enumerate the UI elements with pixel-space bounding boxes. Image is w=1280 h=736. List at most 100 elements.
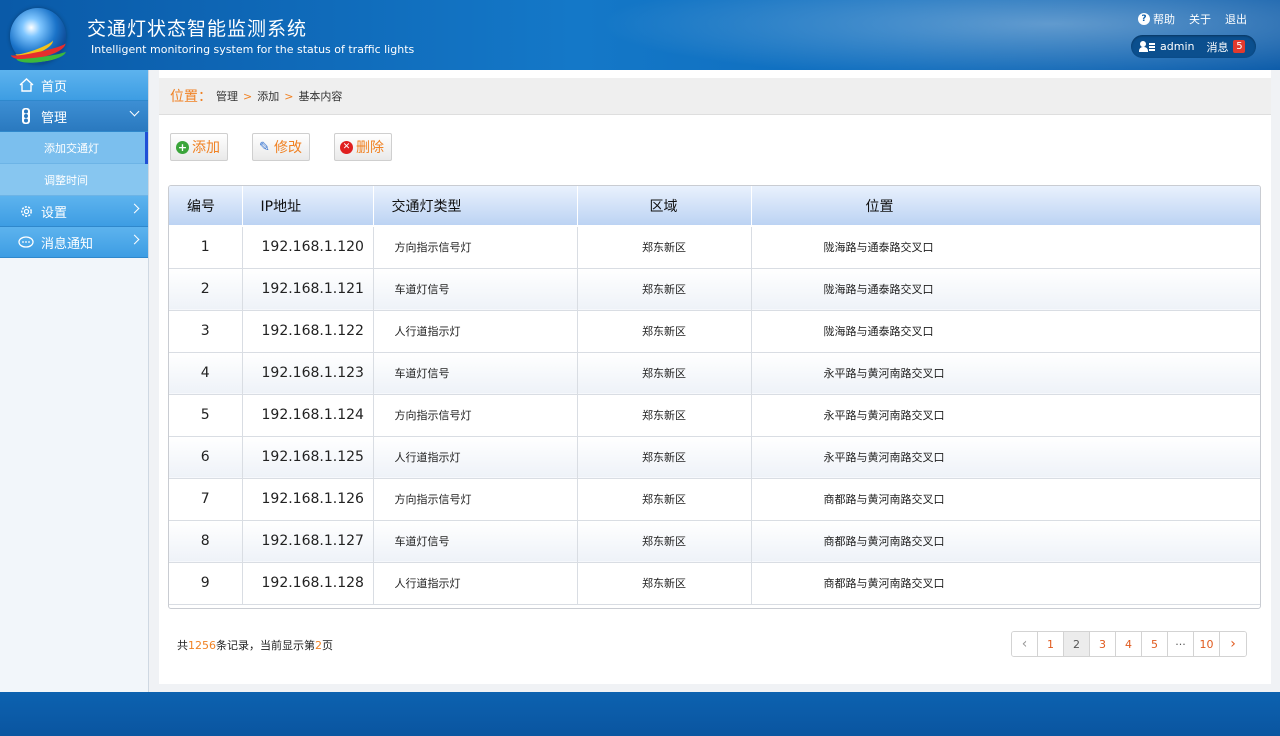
messages-label[interactable]: 消息 (1206, 39, 1228, 55)
traffic-light-icon (18, 108, 34, 124)
sidebar-item-label: 设置 (41, 205, 68, 221)
messages-count-badge: 5 (1233, 40, 1246, 53)
column-header-ip[interactable]: IP地址 (242, 186, 374, 227)
breadcrumb-separator: > (284, 89, 294, 103)
toolbar: + 添加 ✎ 修改 ✕ 删除 (170, 133, 416, 161)
breadcrumb-label: 位置： (170, 89, 212, 105)
add-button[interactable]: + 添加 (170, 133, 228, 161)
sidebar-item-home[interactable]: 首页 (0, 70, 148, 101)
chevron-right-icon (129, 234, 140, 245)
plus-circle-icon: + (176, 140, 189, 154)
breadcrumb-item[interactable]: 管理 (216, 88, 238, 104)
cell-area: 郑东新区 (577, 310, 752, 353)
breadcrumb-separator: > (243, 89, 253, 103)
breadcrumb-item: 基本内容 (298, 90, 343, 103)
pencil-icon: ✎ (259, 139, 270, 155)
user-card-icon (1139, 40, 1155, 53)
cell-ip: 192.168.1.126 (242, 478, 374, 521)
record-summary: 共1256条记录，当前显示第2页 (177, 639, 333, 652)
table-row[interactable]: 8 192.168.1.127 车道灯信号 郑东新区 商都路与黄河南路交叉口 (169, 520, 1260, 563)
sidebar-item-settings[interactable]: 设置 (0, 196, 148, 227)
page-button[interactable]: 5 (1142, 632, 1168, 656)
help-label: 帮助 (1153, 13, 1175, 26)
column-header-no[interactable]: 编号 (169, 186, 243, 227)
cell-ip: 192.168.1.122 (242, 310, 374, 353)
help-icon: ? (1138, 13, 1150, 25)
cell-type: 方向指示信号灯 (373, 478, 578, 521)
sidebar-subitem-add-light[interactable]: 添加交通灯 (0, 132, 148, 164)
about-label: 关于 (1189, 13, 1211, 26)
sidebar-item-notifications[interactable]: 消息通知 (0, 227, 148, 258)
column-header-location[interactable]: 位置 (751, 186, 1260, 227)
help-link[interactable]: ? 帮助 (1138, 11, 1175, 27)
logout-link[interactable]: 退出 (1225, 11, 1247, 27)
table-row[interactable]: 4 192.168.1.123 车道灯信号 郑东新区 永平路与黄河南路交叉口 (169, 352, 1260, 395)
pagination: ‹ 1 2 3 4 5 ··· 10 › (1011, 631, 1247, 657)
table-row[interactable]: 5 192.168.1.124 方向指示信号灯 郑东新区 永平路与黄河南路交叉口 (169, 394, 1260, 437)
main-panel: 位置： 管理 > 添加 > 基本内容 + 添加 ✎ 修改 ✕ 删除 编号 IP地… (159, 70, 1271, 684)
cell-area: 郑东新区 (577, 436, 752, 479)
edit-button[interactable]: ✎ 修改 (252, 133, 310, 161)
close-circle-icon: ✕ (340, 140, 353, 154)
cell-ip: 192.168.1.124 (242, 394, 374, 437)
app-subtitle: Intelligent monitoring system for the st… (91, 43, 415, 56)
cell-ip: 192.168.1.123 (242, 352, 374, 395)
logout-label: 退出 (1225, 13, 1247, 26)
cell-no: 6 (169, 436, 243, 479)
table-header-row: 编号 IP地址 交通灯类型 区域 位置 (169, 186, 1260, 227)
next-page-button[interactable]: › (1220, 632, 1246, 656)
sidebar-item-label: 首页 (41, 79, 68, 95)
page-button[interactable]: 3 (1090, 632, 1116, 656)
page-button[interactable]: 4 (1116, 632, 1142, 656)
prev-page-button[interactable]: ‹ (1012, 632, 1038, 656)
cell-location: 永平路与黄河南路交叉口 (751, 436, 1260, 479)
cell-location: 商都路与黄河南路交叉口 (751, 478, 1260, 521)
table-row[interactable]: 2 192.168.1.121 车道灯信号 郑东新区 陇海路与通泰路交叉口 (169, 268, 1260, 311)
cell-ip: 192.168.1.125 (242, 436, 374, 479)
cell-type: 方向指示信号灯 (373, 394, 578, 437)
cell-location: 永平路与黄河南路交叉口 (751, 394, 1260, 437)
cell-type: 方向指示信号灯 (373, 226, 578, 269)
user-panel[interactable]: admin 消息 5 (1131, 35, 1256, 58)
cell-ip: 192.168.1.121 (242, 268, 374, 311)
page-button[interactable]: 10 (1194, 632, 1220, 656)
sidebar-item-label: 管理 (41, 110, 68, 126)
delete-button-label: 删除 (356, 140, 384, 156)
breadcrumb-item[interactable]: 添加 (257, 88, 279, 104)
cell-no: 7 (169, 478, 243, 521)
cell-type: 车道灯信号 (373, 520, 578, 563)
sidebar-subitem-adjust-time[interactable]: 调整时间 (0, 164, 148, 196)
cell-area: 郑东新区 (577, 352, 752, 395)
current-page: 2 (315, 639, 322, 652)
table-row[interactable]: 6 192.168.1.125 人行道指示灯 郑东新区 永平路与黄河南路交叉口 (169, 436, 1260, 479)
cell-area: 郑东新区 (577, 478, 752, 521)
cell-type: 车道灯信号 (373, 352, 578, 395)
cell-ip: 192.168.1.127 (242, 520, 374, 563)
about-link[interactable]: 关于 (1189, 11, 1211, 27)
breadcrumb: 位置： 管理 > 添加 > 基本内容 (159, 78, 1271, 115)
table-row[interactable]: 9 192.168.1.128 人行道指示灯 郑东新区 商都路与黄河南路交叉口 (169, 562, 1260, 605)
chevron-right-icon (129, 203, 140, 214)
cell-location: 陇海路与通泰路交叉口 (751, 226, 1260, 269)
app-header: 交通灯状态智能监测系统 Intelligent monitoring syste… (0, 0, 1280, 70)
cell-location: 陇海路与通泰路交叉口 (751, 310, 1260, 353)
cell-area: 郑东新区 (577, 226, 752, 269)
cell-no: 9 (169, 562, 243, 605)
page-button-current[interactable]: 2 (1064, 632, 1090, 656)
column-header-type[interactable]: 交通灯类型 (373, 186, 578, 227)
globe-logo-icon (8, 8, 68, 66)
sidebar-item-manage[interactable]: 管理 (0, 101, 148, 132)
top-links: ? 帮助 关于 退出 (1124, 11, 1247, 27)
cell-no: 4 (169, 352, 243, 395)
delete-button[interactable]: ✕ 删除 (334, 133, 392, 161)
table-row[interactable]: 3 192.168.1.122 人行道指示灯 郑东新区 陇海路与通泰路交叉口 (169, 310, 1260, 353)
page-button[interactable]: 1 (1038, 632, 1064, 656)
table-row[interactable]: 1 192.168.1.120 方向指示信号灯 郑东新区 陇海路与通泰路交叉口 (169, 226, 1260, 269)
sidebar-item-label: 消息通知 (41, 236, 94, 252)
cell-no: 1 (169, 226, 243, 269)
column-header-area[interactable]: 区域 (577, 186, 752, 227)
cell-type: 人行道指示灯 (373, 562, 578, 605)
cell-ip: 192.168.1.120 (242, 226, 374, 269)
table-row[interactable]: 7 192.168.1.126 方向指示信号灯 郑东新区 商都路与黄河南路交叉口 (169, 478, 1260, 521)
cell-no: 3 (169, 310, 243, 353)
